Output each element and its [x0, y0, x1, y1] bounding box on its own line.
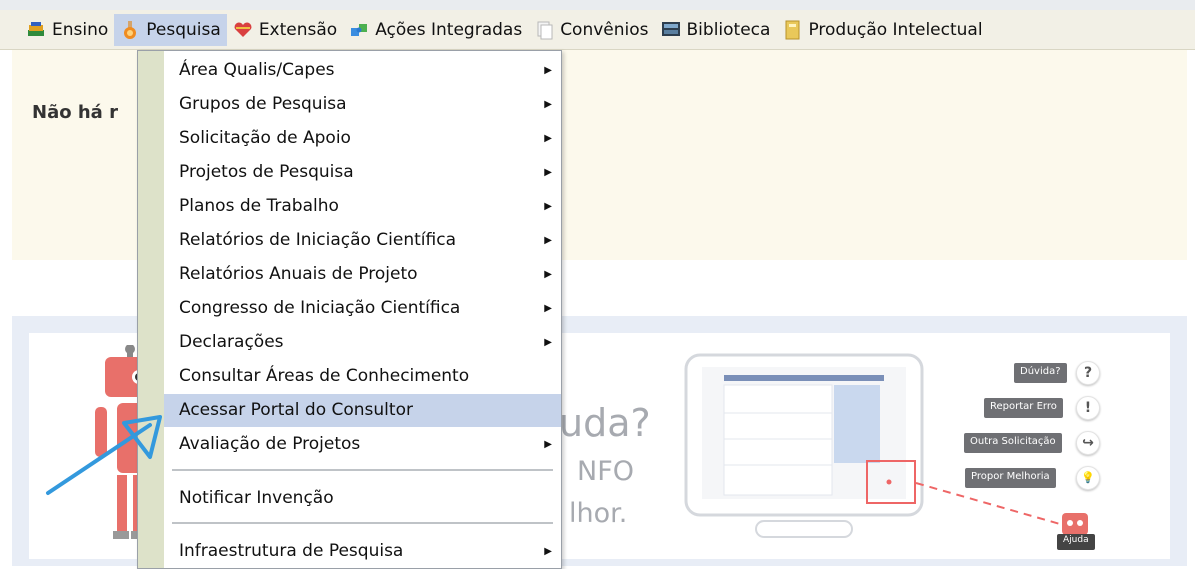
submenu-arrow-icon: ▶: [544, 167, 552, 178]
menu-ensino-label: Ensino: [52, 19, 109, 40]
question-icon[interactable]: ?: [1076, 361, 1100, 385]
banner-heading: uda?: [559, 401, 651, 445]
ajuda-tag[interactable]: Ajuda: [1057, 534, 1095, 550]
menu-pesquisa[interactable]: Pesquisa: [114, 13, 227, 46]
submenu-arrow-icon: ▶: [544, 439, 552, 450]
notice-text: Não há r: [32, 102, 118, 123]
puzzle-icon: [349, 20, 369, 40]
menu-producao-intelectual-label: Produção Intelectual: [808, 19, 983, 40]
menu-item-label: Declarações: [179, 332, 284, 352]
submenu-arrow-icon: ▶: [544, 133, 552, 144]
menu-item-label: Avaliação de Projetos: [179, 434, 361, 454]
banner-line-1: NFO: [577, 456, 634, 487]
menu-separator: [172, 522, 553, 524]
menu-item-area-qualis-capes[interactable]: Área Qualis/Capes ▶: [164, 54, 561, 87]
menu-acoes-integradas[interactable]: Ações Integradas: [343, 14, 528, 46]
menu-item-declaracoes[interactable]: Declarações ▶: [164, 326, 561, 359]
menu-item-label: Solicitação de Apoio: [179, 128, 351, 148]
pesquisa-dropdown-menu: Área Qualis/Capes ▶ Grupos de Pesquisa ▶…: [137, 50, 562, 569]
submenu-arrow-icon: ▶: [544, 235, 552, 246]
menu-acoes-integradas-label: Ações Integradas: [375, 19, 523, 40]
monitor-illustration-icon: [684, 353, 1088, 538]
menu-item-projetos-de-pesquisa[interactable]: Projetos de Pesquisa ▶: [164, 156, 561, 189]
menu-convenios[interactable]: Convênios: [528, 14, 654, 46]
menu-item-solicitacao-de-apoio[interactable]: Solicitação de Apoio ▶: [164, 122, 561, 155]
lightbulb-icon[interactable]: 💡: [1076, 466, 1100, 490]
menu-pesquisa-label: Pesquisa: [146, 19, 221, 40]
menu-item-relatorios-anuais-de-projeto[interactable]: Relatórios Anuais de Projeto ▶: [164, 258, 561, 291]
menu-item-notificar-invencao[interactable]: Notificar Invenção: [164, 482, 561, 515]
menu-ensino[interactable]: Ensino: [20, 14, 114, 46]
books-icon: [26, 20, 46, 40]
share-arrow-icon[interactable]: ↪: [1076, 431, 1100, 455]
heart-icon: [233, 20, 253, 40]
pointer-arrow-icon: [46, 415, 162, 495]
flask-icon: [120, 20, 140, 40]
menu-separator: [172, 469, 553, 471]
submenu-arrow-icon: ▶: [544, 337, 552, 348]
outra-solicitacao-button[interactable]: Outra Solicitação: [964, 433, 1062, 453]
menu-item-label: Notificar Invenção: [179, 488, 334, 508]
submenu-arrow-icon: ▶: [544, 546, 552, 557]
notebook-icon: [782, 20, 802, 40]
menu-item-grupos-de-pesquisa[interactable]: Grupos de Pesquisa ▶: [164, 88, 561, 121]
submenu-arrow-icon: ▶: [544, 303, 552, 314]
propor-melhoria-button[interactable]: Propor Melhoria: [965, 468, 1056, 488]
menu-item-consultar-areas-de-conhecimento[interactable]: Consultar Áreas de Conhecimento: [164, 360, 561, 393]
menu-item-label: Grupos de Pesquisa: [179, 94, 347, 114]
menu-item-congresso-iniciacao-cientifica[interactable]: Congresso de Iniciação Científica ▶: [164, 292, 561, 325]
documents-icon: [534, 20, 554, 40]
exclamation-icon[interactable]: !: [1076, 396, 1100, 420]
menu-item-planos-de-trabalho[interactable]: Planos de Trabalho ▶: [164, 190, 561, 223]
menu-extensao[interactable]: Extensão: [227, 14, 343, 46]
monitor-book-icon: [661, 20, 681, 40]
menu-item-label: Relatórios Anuais de Projeto: [179, 264, 418, 284]
menu-item-label: Relatórios de Iniciação Científica: [179, 230, 456, 250]
menu-item-acessar-portal-do-consultor[interactable]: Acessar Portal do Consultor: [164, 394, 561, 427]
menu-item-label: Infraestrutura de Pesquisa: [179, 541, 404, 561]
banner-line-2: lhor.: [569, 498, 628, 529]
menu-item-label: Congresso de Iniciação Científica: [179, 298, 461, 318]
menu-item-label: Consultar Áreas de Conhecimento: [179, 366, 470, 386]
menu-biblioteca-label: Biblioteca: [686, 19, 771, 40]
menu-item-label: Área Qualis/Capes: [179, 60, 335, 80]
submenu-arrow-icon: ▶: [544, 65, 552, 76]
menu-item-infraestrutura-de-pesquisa[interactable]: Infraestrutura de Pesquisa ▶: [164, 535, 561, 568]
main-menubar: Ensino Pesquisa Extensão Ações Integrada…: [0, 0, 1195, 50]
menu-item-relatorios-iniciacao-cientifica[interactable]: Relatórios de Iniciação Científica ▶: [164, 224, 561, 257]
menu-convenios-label: Convênios: [560, 19, 649, 40]
menu-item-label: Acessar Portal do Consultor: [179, 400, 413, 420]
submenu-arrow-icon: ▶: [544, 269, 552, 280]
menu-item-label: Projetos de Pesquisa: [179, 162, 354, 182]
duvida-button[interactable]: Dúvida?: [1014, 363, 1067, 383]
menu-producao-intelectual[interactable]: Produção Intelectual: [776, 14, 988, 46]
menu-item-label: Planos de Trabalho: [179, 196, 339, 216]
menu-biblioteca[interactable]: Biblioteca: [655, 14, 777, 46]
menu-extensao-label: Extensão: [258, 19, 338, 40]
submenu-arrow-icon: ▶: [544, 201, 552, 212]
submenu-arrow-icon: ▶: [544, 99, 552, 110]
reportar-erro-button[interactable]: Reportar Erro: [984, 398, 1063, 418]
menu-item-avaliacao-de-projetos[interactable]: Avaliação de Projetos ▶: [164, 428, 561, 461]
